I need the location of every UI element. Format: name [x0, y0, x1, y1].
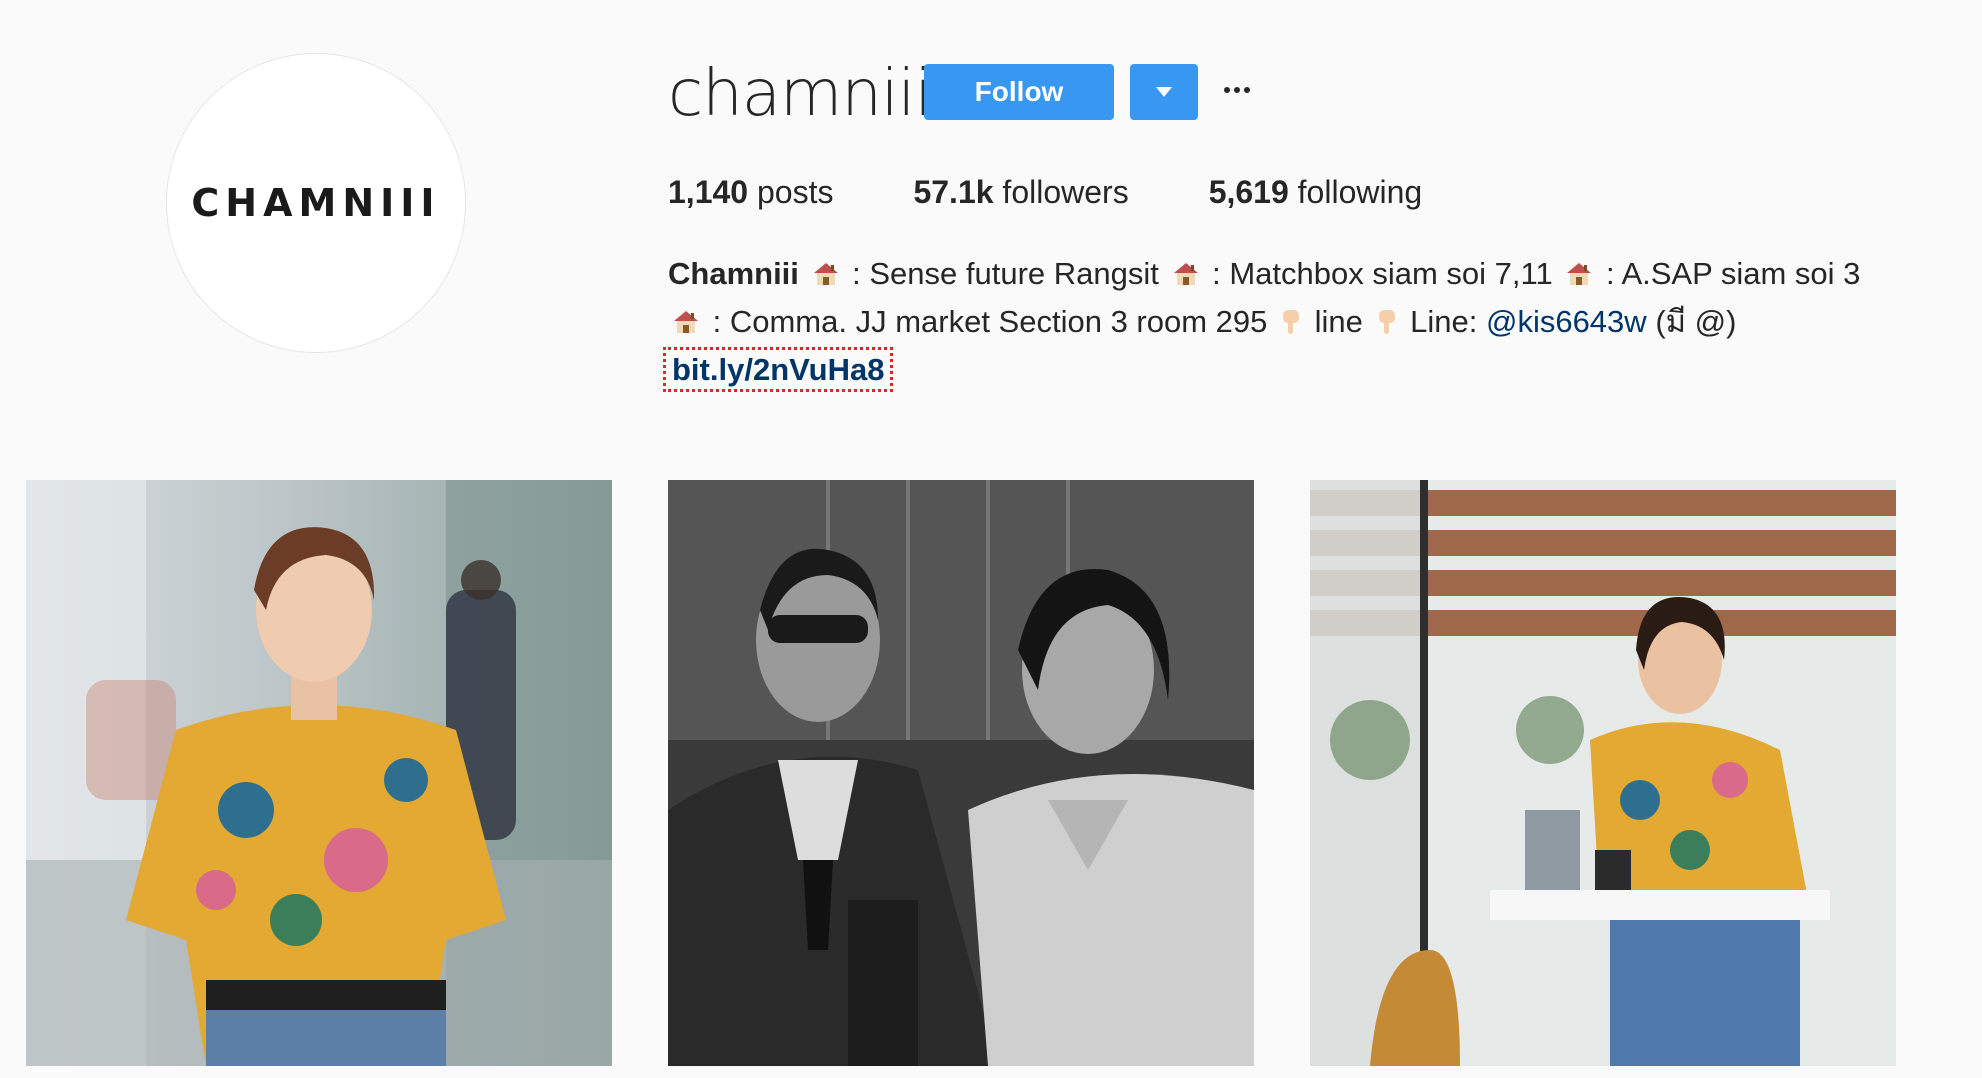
bio-segment-5: line	[1314, 304, 1372, 339]
post-image-1	[26, 480, 612, 1066]
bio-segment-3: : A.SAP siam soi 3	[1605, 256, 1861, 291]
avatar-logo-text: CHAMNIII	[191, 181, 441, 225]
house-icon	[1173, 263, 1198, 285]
more-options-icon-dot	[1234, 87, 1240, 93]
pointing-down-hand-icon	[1283, 310, 1299, 334]
profile-page: CHAMNIII chamniii Follow 1,140 posts 57.…	[0, 0, 1982, 1078]
following-label: following	[1297, 174, 1423, 210]
house-icon	[813, 263, 838, 285]
bio-website-link[interactable]: bit.ly/2nVuHa8	[662, 347, 894, 392]
post-thumbnail-2[interactable]	[668, 480, 1254, 1066]
posts-label: posts	[756, 174, 834, 210]
followers-count: 57.1k	[913, 174, 994, 210]
profile-stats: 1,140 posts 57.1k followers 5,619 follow…	[668, 170, 1502, 214]
follow-button[interactable]: Follow	[924, 64, 1114, 120]
post-image-2	[668, 480, 1254, 1066]
followers-stat[interactable]: 57.1k followers	[913, 170, 1128, 214]
bio-segment-2: : Matchbox siam soi 7,11	[1212, 256, 1562, 291]
post-image-3	[1310, 480, 1896, 1066]
posts-count: 1,140	[668, 174, 749, 210]
username: chamniii	[668, 57, 932, 131]
suggested-accounts-dropdown-button[interactable]	[1130, 64, 1198, 120]
profile-bio: Chamniii : Sense future Rangsit : Matchb…	[662, 250, 1868, 394]
following-count: 5,619	[1208, 174, 1289, 210]
bio-segment-7: (มี @)	[1655, 304, 1737, 339]
following-stat[interactable]: 5,619 following	[1209, 170, 1422, 214]
bio-segment-4: : Comma. JJ market Section 3 room 295	[712, 304, 1276, 339]
house-icon	[1567, 263, 1592, 285]
chevron-down-icon	[1156, 87, 1172, 97]
followers-label: followers	[1002, 174, 1129, 210]
house-icon	[674, 311, 698, 333]
bio-segment-6: Line:	[1410, 304, 1486, 339]
pointing-down-hand-icon	[1378, 310, 1395, 334]
bio-mention-link[interactable]: @kis6643w	[1486, 304, 1647, 339]
post-thumbnail-3[interactable]	[1310, 480, 1896, 1066]
more-options-button[interactable]	[1220, 70, 1254, 110]
more-options-icon	[1224, 87, 1230, 93]
avatar[interactable]: CHAMNIII	[166, 53, 466, 353]
post-thumbnail-1[interactable]	[26, 480, 612, 1066]
bio-name: Chamniii	[668, 256, 799, 291]
bio-segment-1: : Sense future Rangsit	[852, 256, 1168, 291]
posts-stat: 1,140 posts	[668, 170, 833, 214]
more-options-icon-dot	[1244, 87, 1250, 93]
